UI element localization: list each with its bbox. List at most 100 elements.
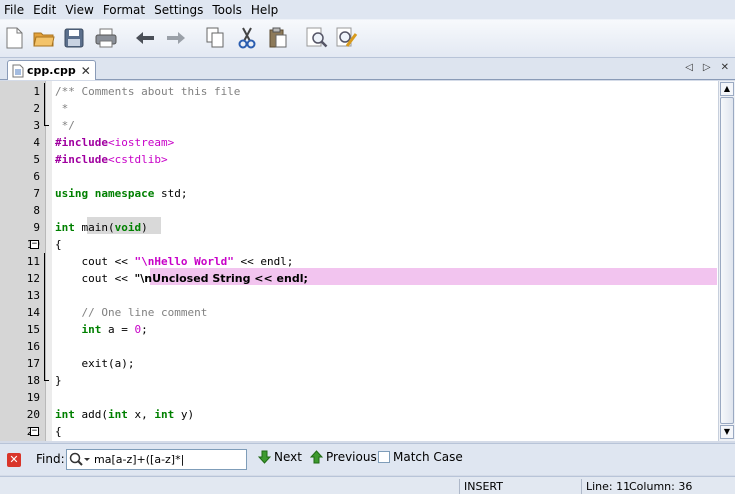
fold-line (44, 253, 45, 270)
tab-prev-icon[interactable]: ◁ (685, 62, 693, 73)
line-number: 20 (26, 408, 40, 421)
copy-icon[interactable] (203, 26, 227, 50)
status-bar: INSERT Line: 11 Column: 36 (0, 476, 735, 494)
code-line: exit(a); (55, 357, 135, 370)
fold-line-end (44, 125, 49, 126)
forward-icon[interactable] (164, 26, 188, 50)
find-label: Find: (36, 452, 65, 466)
menu-settings[interactable]: Settings (150, 1, 208, 19)
code-line: { (55, 238, 62, 251)
menu-view[interactable]: View (61, 1, 98, 19)
tab-cpp-cpp[interactable]: cpp.cpp ✕ (7, 60, 96, 80)
fold-toggle-icon[interactable]: − (30, 240, 39, 249)
line-number: 13 (26, 289, 40, 302)
code-line: { (55, 425, 62, 438)
vertical-scrollbar[interactable]: ▲ ▼ (718, 81, 735, 441)
code-line: using namespace std; (55, 187, 188, 200)
code-line: * (55, 102, 69, 115)
fold-line (44, 338, 45, 355)
find-icon[interactable] (305, 26, 329, 50)
fold-line-end (44, 380, 49, 381)
line-number: 9 (33, 221, 40, 234)
line-number: 18 (26, 374, 40, 387)
menu-help[interactable]: Help (247, 1, 283, 19)
fold-margin (46, 81, 52, 441)
fold-line (44, 83, 45, 100)
line-number: 15 (26, 323, 40, 336)
fold-toggle-icon[interactable]: − (30, 427, 39, 436)
previous-button[interactable]: Previous (310, 450, 377, 464)
line-number: 5 (33, 153, 40, 166)
fold-line (44, 270, 45, 287)
fold-line (44, 355, 45, 372)
insert-mode-status: INSERT (459, 479, 581, 494)
line-number: 17 (26, 357, 40, 370)
code-line: #include<iostream> (55, 136, 175, 149)
previous-label: Previous (326, 450, 377, 464)
fold-line (44, 100, 45, 117)
menu-file[interactable]: File (0, 1, 29, 19)
menu-format[interactable]: Format (99, 1, 150, 19)
tab-next-icon[interactable]: ▷ (703, 62, 711, 73)
find-input[interactable] (94, 453, 244, 466)
line-number: 19 (26, 391, 40, 404)
close-find-icon[interactable]: ✕ (7, 453, 21, 467)
arrow-down-icon (258, 450, 271, 464)
code-line: int a = 0; (81, 323, 148, 336)
tab-close-icon[interactable]: ✕ (81, 64, 91, 78)
tab-navigation: ◁ ▷ ✕ (685, 62, 729, 73)
menu-bar: File Edit View Format Settings Tools Hel… (0, 0, 735, 19)
code-line: int main(void) (55, 221, 148, 234)
find-field[interactable] (66, 449, 247, 470)
cut-icon[interactable] (235, 26, 259, 50)
code-line: */ (55, 119, 75, 132)
code-editor[interactable]: /** Comments about this file * */ #inclu… (0, 81, 718, 441)
back-icon[interactable] (133, 26, 157, 50)
code-line: } (55, 374, 62, 387)
code-line: int add(int x, int y) (55, 408, 195, 421)
search-icon[interactable] (69, 452, 91, 468)
line-number: 12 (26, 272, 40, 285)
line-number: 6 (33, 170, 40, 183)
new-file-icon[interactable] (2, 26, 26, 50)
save-icon[interactable] (62, 26, 86, 50)
scroll-thumb[interactable] (720, 97, 734, 424)
menu-tools[interactable]: Tools (208, 1, 247, 19)
print-icon[interactable] (94, 26, 118, 50)
find-bar: ✕ Find: Next Previous Match Case (0, 443, 735, 475)
replace-icon[interactable] (335, 26, 359, 50)
open-folder-icon[interactable] (32, 26, 56, 50)
fold-line (44, 321, 45, 338)
tab-label: cpp.cpp (27, 64, 76, 77)
toolbar (0, 19, 735, 58)
scroll-down-icon[interactable]: ▼ (720, 425, 734, 439)
next-button[interactable]: Next (258, 450, 302, 464)
line-number: 3 (33, 119, 40, 132)
file-icon (12, 64, 24, 77)
checkbox-box[interactable] (378, 451, 390, 463)
line-number: 4 (33, 136, 40, 149)
line-number: 16 (26, 340, 40, 353)
code-line: /** Comments about this file (55, 85, 241, 98)
line-number: 7 (33, 187, 40, 200)
fold-line (44, 287, 45, 304)
code-line: cout << "\nUnclosed String << endl; (55, 272, 308, 285)
column-status: Column: 36 (629, 480, 693, 493)
paste-icon[interactable] (266, 26, 290, 50)
code-line: // One line comment (55, 306, 208, 319)
fold-line (44, 304, 45, 321)
match-case-checkbox[interactable]: Match Case (378, 450, 463, 464)
tab-close-all-icon[interactable]: ✕ (721, 62, 729, 73)
line-number: 14 (26, 306, 40, 319)
match-case-label: Match Case (393, 450, 463, 464)
line-number: 8 (33, 204, 40, 217)
arrow-up-icon (310, 450, 323, 464)
code-line: #include<cstdlib> (55, 153, 168, 166)
line-number: 11 (26, 255, 40, 268)
line-number: 2 (33, 102, 40, 115)
menu-edit[interactable]: Edit (29, 1, 61, 19)
tab-bar: cpp.cpp ✕ ◁ ▷ ✕ (0, 58, 735, 80)
scroll-up-icon[interactable]: ▲ (720, 82, 734, 96)
code-line: cout << "\nHello World" << endl; (55, 255, 294, 268)
line-number: 1 (33, 85, 40, 98)
